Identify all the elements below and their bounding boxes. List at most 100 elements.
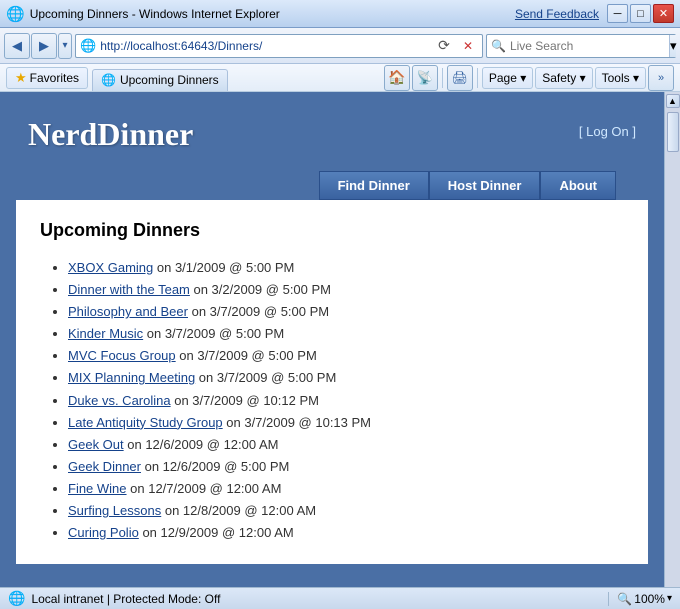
- back-button[interactable]: ◀: [4, 33, 30, 59]
- main-content: Upcoming Dinners XBOX Gaming on 3/1/2009…: [16, 200, 648, 564]
- refresh-button[interactable]: ⟳: [434, 36, 454, 56]
- dinner-date: on 12/7/2009 @ 12:00 AM: [127, 481, 282, 496]
- log-on-link[interactable]: [ Log On ]: [579, 124, 636, 139]
- dinner-date: on 3/7/2009 @ 5:00 PM: [188, 304, 329, 319]
- list-item: Duke vs. Carolina on 3/7/2009 @ 10:12 PM: [68, 390, 624, 412]
- live-search-input[interactable]: [510, 39, 665, 53]
- dinner-link[interactable]: MIX Planning Meeting: [68, 370, 195, 385]
- dinner-date: on 12/8/2009 @ 12:00 AM: [161, 503, 316, 518]
- scrollbar[interactable]: ▲: [664, 92, 680, 587]
- log-on-area: [ Log On ]: [579, 124, 636, 139]
- main-heading: Upcoming Dinners: [40, 220, 624, 241]
- nav-dropdown-button[interactable]: ▾: [58, 33, 72, 59]
- dinner-date: on 3/1/2009 @ 5:00 PM: [153, 260, 294, 275]
- zoom-icon: 🔍: [617, 592, 632, 606]
- separator: [442, 68, 443, 88]
- list-item: Kinder Music on 3/7/2009 @ 5:00 PM: [68, 323, 624, 345]
- list-item: Dinner with the Team on 3/2/2009 @ 5:00 …: [68, 279, 624, 301]
- list-item: MVC Focus Group on 3/7/2009 @ 5:00 PM: [68, 345, 624, 367]
- safety-menu[interactable]: Safety ▾: [535, 67, 592, 89]
- dinner-link[interactable]: Geek Out: [68, 437, 124, 452]
- about-button[interactable]: About: [540, 171, 616, 200]
- dinner-date: on 3/7/2009 @ 5:00 PM: [176, 348, 317, 363]
- title-bar: 🌐 Upcoming Dinners - Windows Internet Ex…: [0, 0, 680, 28]
- favorites-label: Favorites: [30, 71, 79, 85]
- close-button[interactable]: ✕: [653, 4, 674, 23]
- list-item: XBOX Gaming on 3/1/2009 @ 5:00 PM: [68, 257, 624, 279]
- zoom-control[interactable]: 🔍 100% ▾: [608, 592, 672, 606]
- window-title: Upcoming Dinners - Windows Internet Expl…: [30, 7, 515, 21]
- maximize-button[interactable]: □: [630, 4, 651, 23]
- browser-content: NerdDinner [ Log On ] Find Dinner Host D…: [0, 92, 680, 587]
- dinner-link[interactable]: Surfing Lessons: [68, 503, 161, 518]
- favorites-bar: ★ Favorites 🌐 Upcoming Dinners 🏠 📡 🖨 Pag…: [0, 64, 680, 92]
- dinner-link[interactable]: MVC Focus Group: [68, 348, 176, 363]
- address-input-wrap: 🌐 ⟳ ✕: [75, 34, 483, 58]
- list-item: MIX Planning Meeting on 3/7/2009 @ 5:00 …: [68, 367, 624, 389]
- tools-menu[interactable]: Tools ▾: [595, 67, 646, 89]
- separator2: [477, 68, 478, 88]
- dinner-date: on 3/7/2009 @ 5:00 PM: [195, 370, 336, 385]
- ie-logo-icon: 🌐: [6, 5, 25, 23]
- page-header: NerdDinner [ Log On ]: [8, 102, 656, 153]
- back-forward-group: ◀ ▶ ▾: [4, 33, 72, 59]
- live-search-bar: 🔍 ▾: [486, 34, 676, 58]
- search-logo-icon: 🔍: [491, 39, 506, 53]
- dinner-date: on 12/6/2009 @ 12:00 AM: [124, 437, 279, 452]
- dinner-link[interactable]: Curing Polio: [68, 525, 139, 540]
- dinner-link[interactable]: XBOX Gaming: [68, 260, 153, 275]
- send-feedback-link[interactable]: Send Feedback: [515, 7, 599, 21]
- list-item: Philosophy and Beer on 3/7/2009 @ 5:00 P…: [68, 301, 624, 323]
- tab-label: Upcoming Dinners: [120, 73, 219, 87]
- scroll-up-button[interactable]: ▲: [666, 94, 680, 108]
- more-tools-button[interactable]: »: [648, 65, 674, 91]
- zone-text: Local intranet | Protected Mode: Off: [31, 592, 220, 606]
- favorites-button[interactable]: ★ Favorites: [6, 67, 88, 89]
- dinner-date: on 12/6/2009 @ 5:00 PM: [141, 459, 289, 474]
- nav-buttons: Find Dinner Host Dinner About: [319, 171, 616, 200]
- status-bar: 🌐 Local intranet | Protected Mode: Off 🔍…: [0, 587, 680, 609]
- dinner-date: on 12/9/2009 @ 12:00 AM: [139, 525, 294, 540]
- star-icon: ★: [15, 70, 27, 86]
- tab-icon: 🌐: [101, 73, 116, 87]
- dinner-link[interactable]: Dinner with the Team: [68, 282, 190, 297]
- minimize-button[interactable]: ─: [607, 4, 628, 23]
- home-button[interactable]: 🏠: [384, 65, 410, 91]
- site-title: NerdDinner: [28, 116, 193, 153]
- dinner-date: on 3/7/2009 @ 5:00 PM: [143, 326, 284, 341]
- scrollbar-thumb[interactable]: [667, 112, 679, 152]
- host-dinner-button[interactable]: Host Dinner: [429, 171, 541, 200]
- address-input[interactable]: [100, 39, 430, 53]
- dinner-link[interactable]: Geek Dinner: [68, 459, 141, 474]
- search-go-button[interactable]: ▾: [669, 35, 677, 57]
- zoom-level: 100%: [634, 592, 665, 606]
- stop-button[interactable]: ✕: [458, 36, 478, 56]
- list-item: Surfing Lessons on 12/8/2009 @ 12:00 AM: [68, 500, 624, 522]
- dinner-link[interactable]: Fine Wine: [68, 481, 127, 496]
- dinner-list: XBOX Gaming on 3/1/2009 @ 5:00 PMDinner …: [40, 257, 624, 544]
- zoom-dropdown-icon[interactable]: ▾: [667, 593, 672, 604]
- dinner-date: on 3/2/2009 @ 5:00 PM: [190, 282, 331, 297]
- browser-tab[interactable]: 🌐 Upcoming Dinners: [92, 69, 228, 91]
- dinner-date: on 3/7/2009 @ 10:12 PM: [171, 393, 319, 408]
- list-item: Late Antiquity Study Group on 3/7/2009 @…: [68, 412, 624, 434]
- dinner-link[interactable]: Late Antiquity Study Group: [68, 415, 223, 430]
- navigation-row: Find Dinner Host Dinner About: [8, 153, 656, 200]
- list-item: Curing Polio on 12/9/2009 @ 12:00 AM: [68, 522, 624, 544]
- rss-button[interactable]: 📡: [412, 65, 438, 91]
- toolbar-right: 🏠 📡 🖨 Page ▾ Safety ▾ Tools ▾ »: [384, 65, 674, 91]
- list-item: Geek Out on 12/6/2009 @ 12:00 AM: [68, 434, 624, 456]
- print-button[interactable]: 🖨: [447, 65, 473, 91]
- page-menu[interactable]: Page ▾: [482, 67, 533, 89]
- dinner-date: on 3/7/2009 @ 10:13 PM: [223, 415, 371, 430]
- address-bar: ◀ ▶ ▾ 🌐 ⟳ ✕ 🔍 ▾: [0, 28, 680, 64]
- list-item: Fine Wine on 12/7/2009 @ 12:00 AM: [68, 478, 624, 500]
- forward-button[interactable]: ▶: [31, 33, 57, 59]
- find-dinner-button[interactable]: Find Dinner: [319, 171, 429, 200]
- dinner-link[interactable]: Kinder Music: [68, 326, 143, 341]
- list-item: Geek Dinner on 12/6/2009 @ 5:00 PM: [68, 456, 624, 478]
- window-controls: ─ □ ✕: [607, 4, 674, 23]
- ie-page-icon: 🌐: [80, 38, 96, 54]
- dinner-link[interactable]: Duke vs. Carolina: [68, 393, 171, 408]
- dinner-link[interactable]: Philosophy and Beer: [68, 304, 188, 319]
